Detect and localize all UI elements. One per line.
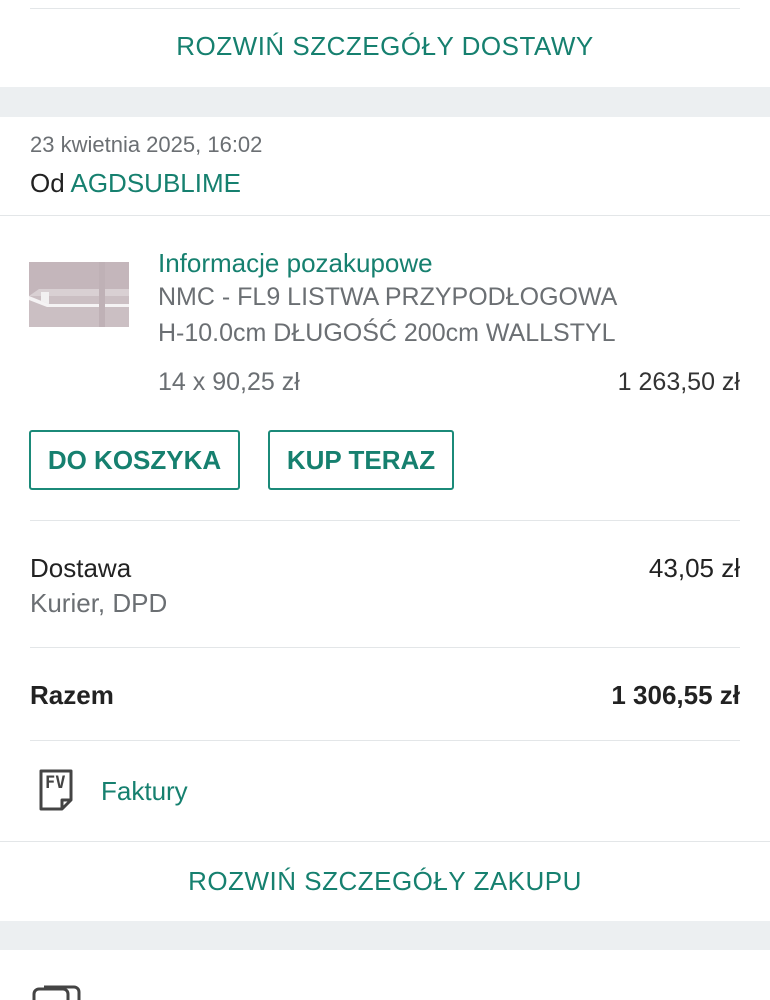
item-total: 1 263,50 zł — [617, 368, 740, 396]
top-divider — [30, 8, 740, 9]
actions-divider — [30, 520, 740, 521]
shipping-divider — [30, 647, 740, 648]
section-separator — [0, 87, 770, 117]
order-date: 23 kwietnia 2025, 16:02 — [30, 132, 263, 157]
post-purchase-info-link[interactable]: Informacje pozakupowe — [158, 248, 433, 279]
invoices-row[interactable]: FV Faktury — [0, 752, 770, 832]
header-divider — [0, 215, 770, 216]
buy-now-button[interactable]: KUP TERAZ — [268, 430, 454, 490]
bottom-separator — [0, 921, 770, 950]
summary-label: Razem — [30, 680, 114, 710]
shipping-label: Dostawa — [30, 553, 132, 583]
summary-divider — [30, 740, 740, 741]
order-seller-line: Od AGDSUBLIME — [30, 168, 241, 199]
summary-total: 1 306,55 zł — [611, 680, 740, 710]
product-title-line-1[interactable]: NMC - FL9 LISTWA PRZYPODŁOGOWA — [158, 283, 617, 312]
invoices-divider — [0, 841, 770, 842]
shipping-price: 43,05 zł — [648, 553, 740, 583]
expand-delivery-details-button[interactable]: ROZWIŃ SZCZEGÓŁY DOSTAWY — [0, 31, 770, 62]
messages-icon[interactable] — [32, 985, 82, 1000]
shipping-method: Kurier, DPD — [30, 588, 168, 618]
product-title-line-2[interactable]: H-10.0cm DŁUGOŚĆ 200cm WALLSTYL — [158, 319, 616, 348]
from-prefix: Od — [30, 168, 65, 198]
seller-link[interactable]: AGDSUBLIME — [70, 168, 241, 198]
expand-purchase-details-button[interactable]: ROZWIŃ SZCZEGÓŁY ZAKUPU — [0, 866, 770, 897]
add-to-cart-button[interactable]: DO KOSZYKA — [29, 430, 240, 490]
quantity-price: 14 x 90,25 zł — [158, 368, 300, 396]
skirting-board-image — [29, 262, 129, 327]
invoices-label: Faktury — [101, 776, 188, 806]
product-thumbnail[interactable] — [29, 262, 129, 327]
invoice-icon-text: FV — [45, 773, 66, 793]
invoice-icon: FV — [39, 769, 73, 811]
